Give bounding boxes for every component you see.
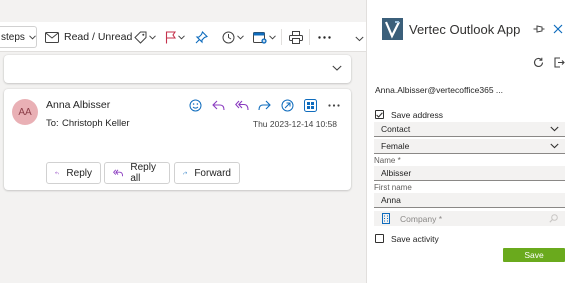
forward-icon — [183, 171, 188, 175]
react-button[interactable] — [184, 97, 207, 113]
building-icon — [382, 213, 390, 224]
first-name-field[interactable]: Anna — [374, 193, 565, 208]
chevron-down-icon[interactable] — [332, 65, 342, 71]
close-pane-button[interactable] — [553, 24, 563, 34]
flag-icon — [165, 30, 176, 43]
quick-steps-label: steps — [1, 31, 25, 43]
pin-icon — [533, 25, 545, 33]
forward-button-label: Forward — [194, 167, 231, 179]
reply-all-action-button[interactable] — [230, 97, 253, 113]
chevron-down-icon — [29, 34, 36, 40]
message-toolbar: steps Read / Unread — [0, 22, 366, 52]
categorize-button[interactable] — [134, 26, 156, 48]
snooze-button[interactable] — [222, 26, 244, 48]
reply-all-icon — [234, 100, 249, 110]
pin-pane-button[interactable] — [533, 24, 545, 34]
recipient-name[interactable]: Christoph Keller — [62, 118, 130, 129]
first-name-label: First name — [374, 183, 412, 192]
save-activity-label: Save activity — [391, 234, 439, 244]
company-placeholder: Company * — [400, 213, 443, 224]
message-more-button[interactable] — [322, 97, 345, 113]
more-dots-icon — [327, 103, 340, 107]
save-button[interactable]: Save — [503, 248, 565, 262]
more-options-button[interactable] — [318, 26, 331, 48]
avatar[interactable]: AA — [12, 99, 38, 125]
toolbar-divider — [309, 29, 310, 45]
addin-title: Vertec Outlook App — [409, 22, 521, 37]
chevron-down-icon — [178, 34, 185, 40]
print-button[interactable] — [289, 26, 303, 48]
reply-all-icon — [113, 169, 124, 177]
printer-icon — [289, 30, 303, 44]
reply-action-button[interactable] — [207, 97, 230, 113]
vertec-v-icon — [384, 21, 400, 39]
type-select[interactable]: Contact — [374, 122, 565, 137]
quick-steps-button[interactable]: steps — [0, 26, 37, 48]
forward-action-button[interactable] — [253, 97, 276, 113]
addin-pane: Vertec Outlook App Anna.Albisser@verteco… — [366, 0, 576, 283]
reply-all-button-label: Reply all — [130, 162, 156, 184]
teams-share-button[interactable] — [276, 97, 299, 113]
type-select-value: Contact — [381, 124, 411, 134]
save-address-checkbox[interactable] — [375, 110, 384, 119]
name-label: Name * — [374, 156, 401, 165]
reply-icon — [212, 100, 225, 110]
gender-select[interactable]: Female — [374, 139, 565, 154]
share-icon — [281, 99, 294, 111]
save-address-label: Save address — [391, 110, 443, 120]
pin-button[interactable] — [195, 26, 208, 48]
message-date: Thu 2023-12-14 10:58 — [252, 119, 337, 129]
reply-icon — [55, 171, 60, 175]
apps-grid-icon — [304, 98, 317, 112]
name-field[interactable]: Albisser — [374, 166, 565, 181]
company-search-field[interactable]: Company * — [374, 211, 565, 226]
vertec-logo — [382, 18, 403, 40]
chevron-down-icon — [550, 143, 559, 149]
chevron-down-icon — [237, 34, 244, 40]
subject-bar — [4, 55, 351, 83]
gender-select-value: Female — [381, 141, 410, 151]
read-unread-button[interactable]: Read / Unread — [45, 26, 132, 48]
save-activity-checkbox[interactable] — [375, 234, 384, 243]
pin-icon — [195, 30, 208, 43]
envelope-icon — [45, 31, 59, 43]
forward-icon — [258, 100, 271, 110]
toolbar-divider — [281, 29, 282, 45]
flag-button[interactable] — [165, 26, 185, 48]
to-label: To: — [46, 118, 59, 129]
sign-out-icon — [554, 57, 565, 68]
message-card: AA Anna Albisser To: Christoph Keller Th… — [4, 89, 351, 190]
forward-button[interactable]: Forward — [174, 162, 240, 184]
chevron-down-icon — [269, 34, 276, 40]
calendar-button[interactable] — [253, 26, 276, 48]
calendar-icon — [253, 31, 267, 44]
clock-icon — [222, 31, 235, 43]
reply-button-label: Reply — [66, 167, 92, 179]
user-email: Anna.Albisser@vertecoffice365 ... — [375, 85, 504, 95]
chevron-down-icon — [149, 34, 156, 40]
reply-all-button[interactable]: Reply all — [104, 162, 170, 184]
logout-button[interactable] — [554, 57, 565, 68]
checkmark-icon — [376, 111, 383, 118]
more-dots-icon — [318, 35, 331, 39]
search-icon — [549, 214, 558, 223]
reply-button[interactable]: Reply — [46, 162, 101, 184]
emoji-icon — [189, 99, 202, 111]
tag-icon — [134, 31, 147, 44]
close-icon — [553, 24, 563, 34]
refresh-button[interactable] — [533, 57, 544, 68]
addin-apps-button[interactable] — [299, 97, 322, 113]
toolbar-expand-chevron-icon[interactable] — [355, 36, 364, 42]
message-actions — [184, 97, 345, 113]
refresh-icon — [533, 57, 544, 67]
chevron-down-icon — [550, 126, 559, 132]
read-unread-label: Read / Unread — [64, 31, 133, 43]
sender-name[interactable]: Anna Albisser — [46, 99, 110, 111]
